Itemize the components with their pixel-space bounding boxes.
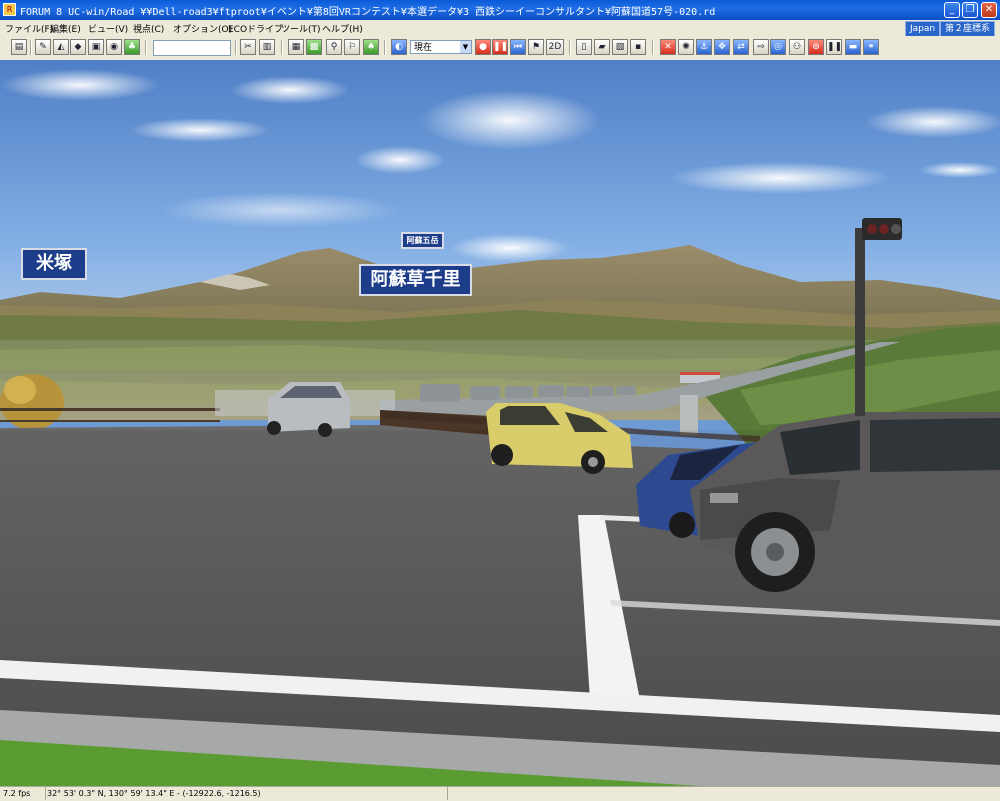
app-icon[interactable]: R <box>3 3 16 16</box>
anchor-icon[interactable]: ⚓ <box>696 39 712 55</box>
view-2d-button[interactable]: 2D <box>546 39 564 55</box>
viewpoint-select-value: 現在 <box>414 43 433 53</box>
walk-icon[interactable]: ⚐ <box>344 39 360 55</box>
menu-help[interactable]: ヘルプ(H) <box>322 22 363 35</box>
minimize-button[interactable]: _ <box>944 2 960 18</box>
flag-icon[interactable]: ⚑ <box>528 39 544 55</box>
rewind-icon[interactable]: ⏮ <box>510 39 526 55</box>
menu-option[interactable]: オプション(O) <box>173 22 232 35</box>
signal-icon[interactable]: ◉ <box>106 39 122 55</box>
image-icon[interactable]: ▦ <box>288 39 304 55</box>
bike-icon[interactable]: ⚭ <box>863 39 879 55</box>
book-icon[interactable]: ▥ <box>259 39 275 55</box>
vehicle-icon[interactable]: ▣ <box>88 39 104 55</box>
person-icon[interactable]: ⚲ <box>326 39 342 55</box>
menu-view[interactable]: ビュー(V) <box>88 22 128 35</box>
place-sign-left: 米塚 <box>21 248 87 280</box>
toolbar-separator <box>569 40 571 55</box>
place-sign-center: 阿蘇草千里 <box>359 264 472 296</box>
fps-readout: 7.2 fps <box>0 787 46 800</box>
plant-icon[interactable]: ♠ <box>363 39 379 55</box>
chevron-down-icon: ▼ <box>460 41 471 53</box>
title-bar: R FORUM 8 UC-win/Road ¥¥Dell-road3¥ftpro… <box>0 0 1000 20</box>
grid-icon[interactable]: ▩ <box>306 39 322 55</box>
place-sign-top: 阿蘇五岳 <box>401 232 444 249</box>
toolbar-separator <box>384 40 386 55</box>
close-button[interactable]: ✕ <box>981 2 997 18</box>
toolbar-separator <box>30 40 32 55</box>
coordinate-system-badge[interactable]: 第２座標系 <box>940 21 996 37</box>
open-folder-icon[interactable]: ▰ <box>594 39 610 55</box>
menu-file[interactable]: ファイル(F) <box>5 22 53 35</box>
swap-icon[interactable]: ⇄ <box>733 39 749 55</box>
toolbar-separator <box>652 40 654 55</box>
driver-icon[interactable]: ⚇ <box>789 39 805 55</box>
3d-viewport[interactable]: 米塚 阿蘇草千里 阿蘇五岳 <box>0 60 1000 786</box>
move-icon[interactable]: ✥ <box>714 39 730 55</box>
menu-edit[interactable]: 編集(E) <box>50 22 81 35</box>
pause-icon[interactable]: ❚❚ <box>492 39 508 55</box>
restore-button[interactable]: ❐ <box>962 2 978 18</box>
record-icon[interactable]: ● <box>475 39 491 55</box>
new-file-icon[interactable]: ▯ <box>576 39 592 55</box>
save-icon[interactable]: ▪ <box>630 39 646 55</box>
new-scene-icon[interactable]: ▤ <box>11 39 27 55</box>
target-icon[interactable]: ✺ <box>678 39 694 55</box>
route-icon[interactable]: ✕ <box>660 39 676 55</box>
scene-render <box>0 60 1000 786</box>
search-input[interactable] <box>153 40 231 56</box>
tree-icon[interactable]: ♣ <box>124 39 140 55</box>
edit-disabled-icon[interactable]: ✂ <box>240 39 256 55</box>
terrain-icon[interactable]: ◭ <box>53 39 69 55</box>
toolbar-separator <box>145 40 147 55</box>
model-icon[interactable]: ◆ <box>70 39 86 55</box>
menu-bar: ファイル(F) 編集(E) ビュー(V) 視点(C) オプション(O) ECOド… <box>0 20 1000 37</box>
globe-icon[interactable]: ◎ <box>770 39 786 55</box>
menu-eco-drive[interactable]: ECOドライブ <box>228 22 283 35</box>
menu-viewpoint[interactable]: 視点(C) <box>133 22 164 35</box>
toolbar-separator <box>281 40 283 55</box>
menu-tools[interactable]: ツール(T) <box>281 22 321 35</box>
toolbar: ▤ ✎ ◭ ◆ ▣ ◉ ♣ ✂ ▥ ▦ ▩ ⚲ ⚐ ♠ ◐ 現在 ▼ ● ❚❚ ⏮… <box>0 36 1000 61</box>
arrow-icon[interactable]: ⇨ <box>753 39 769 55</box>
language-badge[interactable]: Japan <box>905 21 941 37</box>
window-title: FORUM 8 UC-win/Road ¥¥Dell-road3¥ftproot… <box>20 7 716 18</box>
steering-icon[interactable]: ⊛ <box>808 39 824 55</box>
status-bar: 7.2 fps 32° 53' 0.3" N, 130° 59' 13.4" E… <box>0 786 1000 801</box>
camera-icon[interactable]: ◐ <box>391 39 407 55</box>
position-readout: 32° 53' 0.3" N, 130° 59' 13.4" E - (-129… <box>44 787 448 800</box>
road-edit-icon[interactable]: ✎ <box>35 39 51 55</box>
pause-sim-icon[interactable]: ❚❚ <box>826 39 842 55</box>
open-data-icon[interactable]: ▧ <box>612 39 628 55</box>
car-icon[interactable]: ▬ <box>845 39 861 55</box>
toolbar-separator <box>235 40 237 55</box>
viewpoint-select[interactable]: 現在 ▼ <box>410 40 472 54</box>
